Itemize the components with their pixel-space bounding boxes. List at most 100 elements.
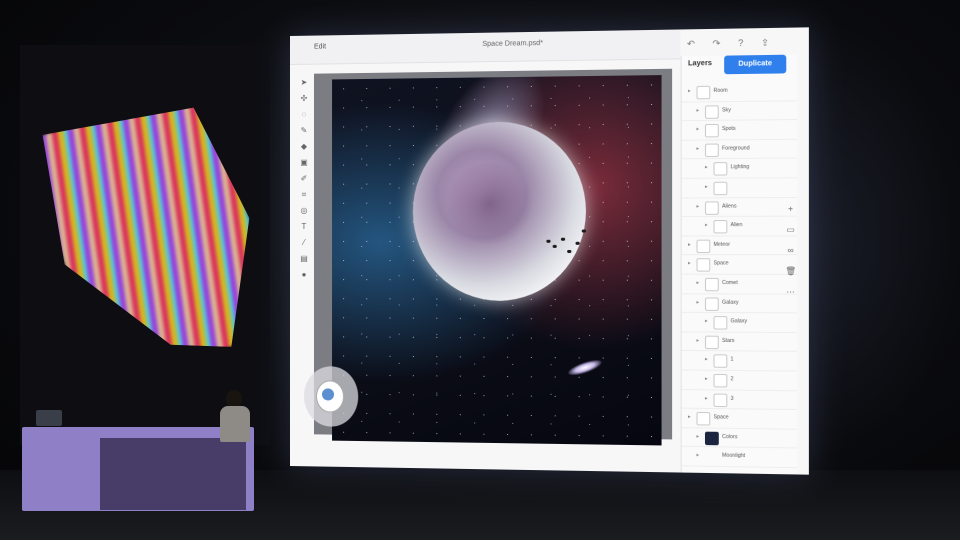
- layers-title: Layers: [687, 59, 712, 68]
- layer-row[interactable]: ▸ Colors: [681, 427, 798, 449]
- plus-icon[interactable]: +: [785, 204, 796, 214]
- color-picker-puck[interactable]: [303, 366, 359, 427]
- layer-thumbnail: [713, 354, 728, 369]
- layer-name: Colors: [722, 433, 738, 441]
- asteroid: [546, 239, 551, 243]
- redo-icon[interactable]: ↷: [712, 38, 720, 49]
- layer-thumbnail: [696, 258, 711, 273]
- layer-row[interactable]: ▸ Foreground: [681, 139, 798, 160]
- layer-row[interactable]: ▸ Aliens: [681, 197, 798, 218]
- link-icon[interactable]: ∞: [785, 246, 796, 256]
- layer-name: Moonlight: [722, 452, 746, 460]
- layer-name: Galaxy: [722, 299, 739, 306]
- expand-caret-icon[interactable]: ▸: [705, 357, 708, 363]
- expand-caret-icon[interactable]: ▸: [696, 452, 699, 458]
- expand-caret-icon[interactable]: ▸: [696, 299, 699, 305]
- layer-row[interactable]: ▸ Sky: [681, 100, 798, 122]
- layer-name: Spots: [722, 126, 736, 133]
- asteroid: [575, 241, 580, 245]
- layer-thumbnail: [704, 104, 719, 119]
- layer-row[interactable]: ▸ Moonlight: [681, 447, 798, 469]
- layer-row[interactable]: ▸ Lighting: [681, 158, 798, 179]
- color-swatch-icon[interactable]: ●: [299, 270, 309, 280]
- text-tool-icon[interactable]: T: [299, 222, 309, 232]
- layer-row[interactable]: ▸ Galaxy: [681, 293, 798, 314]
- podium-front-panel: [100, 438, 246, 510]
- layer-row[interactable]: ▸ Room: [681, 81, 798, 103]
- expand-caret-icon[interactable]: ▸: [696, 337, 699, 343]
- layer-name: Space: [713, 414, 729, 421]
- tools-toolbar: ➤ ✣ ◌ ✎ ◆ ▣ ✐ ⌗ ◎ T ⁄ ▤ ●: [296, 72, 312, 352]
- image-tool-icon[interactable]: ▤: [299, 254, 309, 264]
- layer-thumbnail: [704, 277, 719, 292]
- document-title[interactable]: Space Dream.psd*: [482, 40, 543, 48]
- layer-name: Comet: [722, 279, 738, 287]
- expand-caret-icon[interactable]: ▸: [688, 261, 691, 267]
- expand-caret-icon[interactable]: ▸: [688, 414, 691, 420]
- layer-row[interactable]: ▸ 2: [681, 370, 798, 391]
- select-tool-icon[interactable]: ✣: [299, 94, 309, 104]
- layer-thumbnail: [696, 412, 711, 426]
- expand-caret-icon[interactable]: ▸: [696, 203, 699, 209]
- expand-caret-icon[interactable]: ▸: [696, 433, 699, 439]
- layer-row[interactable]: ▸ Space: [681, 408, 798, 430]
- layer-row[interactable]: ▸ Galaxy: [681, 312, 798, 333]
- app-screen: Edit Space Dream.psd* ↶ ↷ ? ⇪ ☁ ➤ ✣ ◌ ✎ …: [290, 27, 809, 475]
- expand-caret-icon[interactable]: ▸: [705, 318, 708, 324]
- trash-icon[interactable]: 🗑: [785, 267, 796, 277]
- layer-name: Galaxy: [730, 318, 748, 325]
- asteroid: [581, 229, 586, 233]
- mask-icon[interactable]: ▭: [785, 225, 796, 235]
- layer-thumbnail: [704, 335, 719, 349]
- expand-caret-icon[interactable]: ▸: [696, 280, 699, 286]
- top-bar: Edit Space Dream.psd*: [290, 29, 681, 65]
- expand-caret-icon[interactable]: ▸: [688, 241, 691, 247]
- layer-name: Stars: [722, 337, 735, 344]
- layer-row[interactable]: ▸ 3: [681, 389, 798, 411]
- layer-thumbnail: [713, 162, 728, 176]
- expand-caret-icon[interactable]: ▸: [688, 88, 691, 94]
- expand-caret-icon[interactable]: ▸: [696, 107, 699, 113]
- layer-row[interactable]: ▸: [681, 178, 798, 198]
- eraser-tool-icon[interactable]: ◆: [299, 142, 309, 152]
- move-tool-icon[interactable]: ➤: [299, 78, 309, 88]
- edit-menu[interactable]: Edit: [314, 43, 326, 50]
- share-icon[interactable]: ⇪: [761, 37, 769, 49]
- left-projection-screen: [20, 45, 270, 445]
- layer-row[interactable]: ▸ Spots: [681, 120, 798, 141]
- healing-tool-icon[interactable]: ◎: [299, 206, 309, 216]
- presenter-body: [220, 406, 250, 442]
- expand-caret-icon[interactable]: ▸: [696, 126, 699, 132]
- layer-name: 2: [730, 376, 734, 383]
- layer-row[interactable]: ▸ Stars: [681, 332, 798, 353]
- expand-caret-icon[interactable]: ▸: [705, 165, 708, 171]
- lasso-tool-icon[interactable]: ◌: [299, 110, 309, 120]
- fill-tool-icon[interactable]: ▣: [299, 158, 309, 168]
- layer-name: Lighting: [730, 164, 750, 171]
- layer-row[interactable]: ▸ Alien: [681, 216, 798, 237]
- layer-row[interactable]: ▸ 1: [681, 351, 798, 372]
- layer-row[interactable]: ▸ Space: [681, 255, 798, 275]
- crop-tool-icon[interactable]: ⌗: [299, 190, 309, 200]
- duplicate-button[interactable]: Duplicate: [724, 54, 787, 75]
- expand-caret-icon[interactable]: ▸: [705, 222, 708, 228]
- layer-thumbnail: [704, 200, 719, 215]
- expand-caret-icon[interactable]: ▸: [705, 184, 708, 190]
- expand-caret-icon[interactable]: ▸: [696, 146, 699, 152]
- more-icon[interactable]: ⋯: [785, 287, 796, 297]
- expand-caret-icon[interactable]: ▸: [705, 395, 708, 401]
- brush-tool-icon[interactable]: ✎: [299, 126, 309, 136]
- expand-caret-icon[interactable]: ▸: [705, 376, 708, 382]
- layers-panel: Layers Duplicate ▸ Room ▸ Sky ▸ Spots ▸ Foregro…: [680, 54, 798, 475]
- layer-row[interactable]: ▸ Comet: [681, 274, 798, 295]
- layer-row[interactable]: ▸ Meteor: [681, 236, 798, 256]
- current-color-swatch[interactable]: [322, 388, 335, 401]
- eyedropper-tool-icon[interactable]: ⁄: [299, 238, 309, 248]
- help-icon[interactable]: ?: [738, 38, 743, 48]
- layer-name: Foreground: [722, 145, 750, 152]
- clone-tool-icon[interactable]: ✐: [299, 174, 309, 184]
- undo-icon[interactable]: ↶: [687, 39, 695, 50]
- layer-name: Aliens: [722, 202, 737, 210]
- artwork-canvas[interactable]: [332, 75, 662, 446]
- presenter: [218, 390, 252, 442]
